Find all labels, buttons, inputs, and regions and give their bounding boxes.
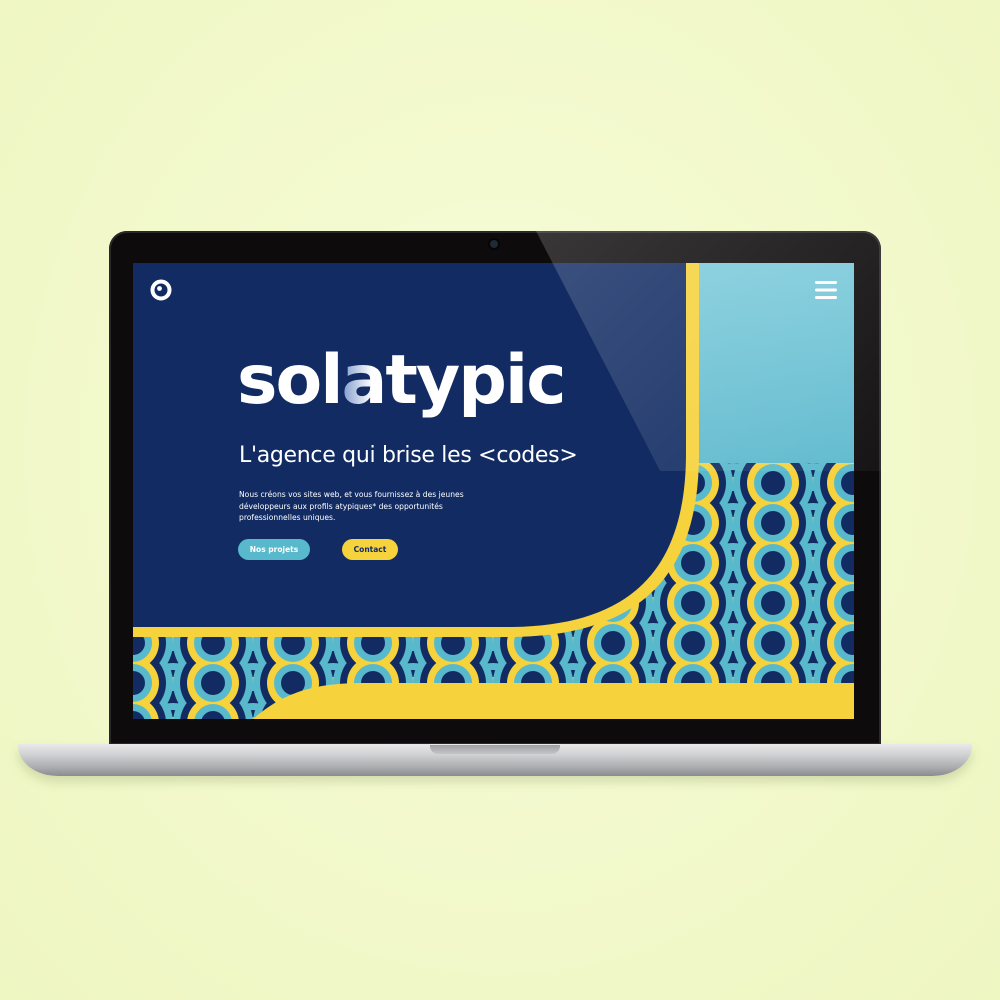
ring-logo-icon[interactable] bbox=[150, 279, 172, 301]
contact-button[interactable]: Contact bbox=[342, 539, 398, 560]
projects-button[interactable]: Nos projets bbox=[238, 539, 310, 560]
tagline: L'agence qui brise les <codes> bbox=[239, 443, 578, 468]
brand-part-end: typic bbox=[385, 341, 566, 420]
laptop-notch bbox=[430, 745, 560, 754]
brand-wordmark: solatypic bbox=[237, 347, 567, 415]
hero-description: Nous créons vos sites web, et vous fourn… bbox=[239, 490, 464, 522]
website-screen: solatypic L'agence qui brise les <codes>… bbox=[133, 263, 854, 719]
mockup-background: solatypic L'agence qui brise les <codes>… bbox=[0, 0, 1000, 1000]
brand-split-letter: a bbox=[341, 341, 388, 420]
hamburger-menu-icon[interactable] bbox=[814, 279, 838, 301]
webcam bbox=[490, 240, 498, 248]
brand-part-start: sol bbox=[237, 341, 343, 420]
